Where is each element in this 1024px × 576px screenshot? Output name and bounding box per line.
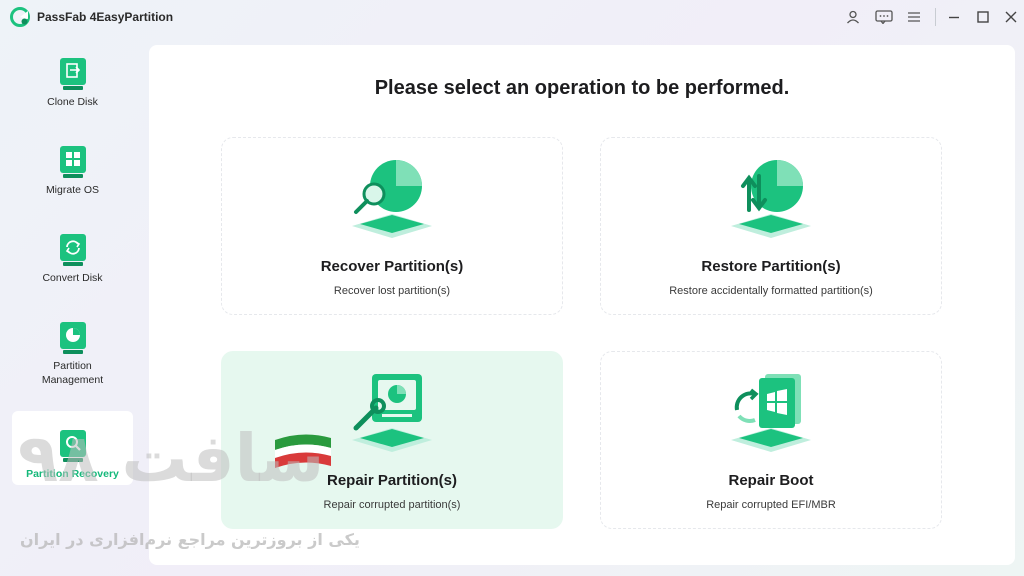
- card-description: Repair corrupted partition(s): [323, 499, 461, 511]
- card-description: Restore accidentally formatted partition…: [669, 285, 873, 297]
- sidebar-item-partition-management[interactable]: Partition Management: [12, 303, 133, 387]
- card-description: Repair corrupted EFI/MBR: [706, 499, 836, 511]
- title-bar: PassFab 4EasyPartition: [0, 0, 1024, 34]
- sidebar: Clone Disk Migrate OS Convert Disk Parti…: [0, 34, 145, 576]
- app-title: PassFab 4EasyPartition: [37, 10, 174, 24]
- titlebar-divider: [935, 8, 936, 26]
- repair-boot-card[interactable]: Repair Boot Repair corrupted EFI/MBR: [600, 351, 942, 529]
- card-title: Restore Partition(s): [701, 258, 841, 275]
- clone-disk-icon: [59, 58, 86, 90]
- sidebar-item-label: Convert Disk: [42, 272, 103, 284]
- minimize-icon[interactable]: [945, 8, 963, 26]
- card-title: Recover Partition(s): [320, 258, 464, 275]
- convert-disk-icon: [59, 234, 86, 266]
- repair-boot-icon: [731, 374, 811, 452]
- card-title: Repair Partition(s): [326, 472, 458, 489]
- partition-management-icon: [59, 322, 86, 354]
- partition-recovery-icon: [59, 430, 86, 462]
- close-icon[interactable]: [1002, 8, 1020, 26]
- restore-partition-card[interactable]: Restore Partition(s) Restore accidentall…: [600, 137, 942, 315]
- sidebar-item-label: Migrate OS: [45, 184, 100, 196]
- sidebar-item-label: Clone Disk: [47, 96, 98, 108]
- card-description: Recover lost partition(s): [333, 285, 451, 297]
- app-logo-icon: [10, 7, 30, 27]
- recover-partition-card[interactable]: Recover Partition(s) Recover lost partit…: [221, 137, 563, 315]
- page-title: Please select an operation to be perform…: [374, 77, 790, 99]
- sidebar-item-label: Partition Management: [41, 360, 104, 386]
- feedback-icon[interactable]: [875, 8, 893, 26]
- repair-partition-card[interactable]: Repair Partition(s) Repair corrupted par…: [221, 351, 563, 529]
- sidebar-item-partition-recovery[interactable]: Partition Recovery: [12, 411, 133, 485]
- menu-icon[interactable]: [905, 8, 923, 26]
- card-title: Repair Boot: [728, 472, 814, 489]
- migrate-os-icon: [59, 146, 86, 178]
- sidebar-item-migrate-os[interactable]: Migrate OS: [12, 127, 133, 201]
- maximize-icon[interactable]: [974, 8, 992, 26]
- sidebar-item-clone-disk[interactable]: Clone Disk: [12, 39, 133, 113]
- repair-partition-icon: [352, 374, 432, 452]
- sidebar-item-label: Partition Recovery: [26, 468, 119, 480]
- sidebar-item-convert-disk[interactable]: Convert Disk: [12, 215, 133, 289]
- main-panel: Please select an operation to be perform…: [149, 45, 1015, 565]
- restore-partition-icon: [731, 160, 811, 238]
- recover-partition-icon: [352, 160, 432, 238]
- account-icon[interactable]: [844, 8, 862, 26]
